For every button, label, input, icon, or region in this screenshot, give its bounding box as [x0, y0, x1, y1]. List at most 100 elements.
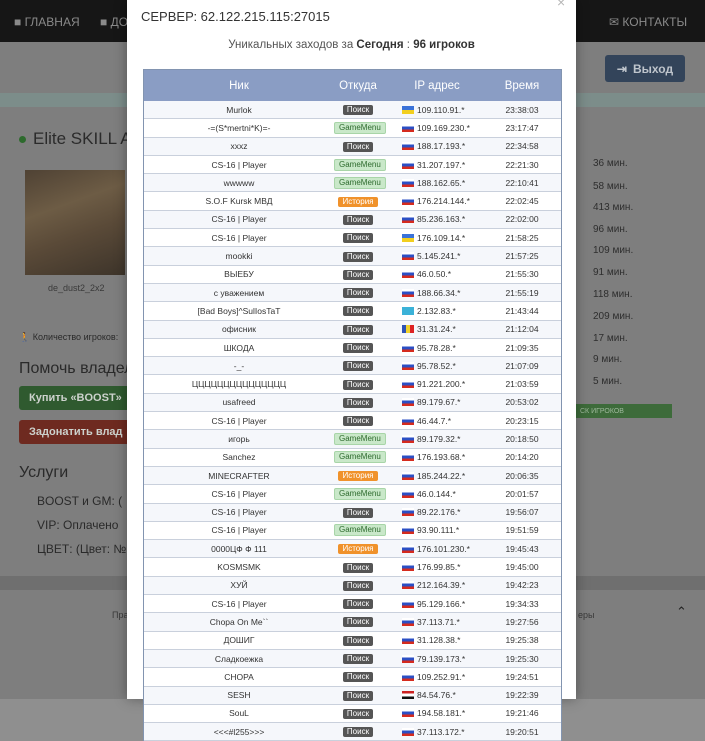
country-flag-icon: [402, 306, 414, 315]
nav-contacts[interactable]: ✉ КОНТАКТЫ: [609, 15, 687, 29]
source-badge: Поиск: [342, 251, 374, 262]
player-nick: mookki: [225, 251, 253, 262]
source-cell: Поиск: [334, 580, 382, 591]
ip-address: 95.78.52.*: [417, 360, 456, 371]
ip-cell: 109.110.91.*: [382, 105, 492, 115]
duration: 118 мин.: [593, 289, 633, 300]
logout-button[interactable]: ⇥ Выход: [605, 55, 685, 82]
player-nick: ДОШИГ: [223, 635, 255, 646]
country-flag-icon: [402, 416, 414, 425]
visit-time: 19:24:51: [505, 671, 539, 682]
player-nick: S.O.F Kursk МВД: [205, 196, 273, 207]
ip-cell: 93.90.111.*: [382, 525, 492, 535]
service-boost: BOOST и GM: (: [37, 494, 123, 508]
table-row: Сладкоежка Поиск 79.139.173.* 19:25:30: [144, 649, 561, 669]
table-row: офисник Поиск 31.31.24.* 21:12:04: [144, 320, 561, 339]
visit-time: 21:07:09: [505, 360, 539, 371]
source-badge: История: [338, 544, 378, 555]
country-flag-icon: [402, 489, 414, 498]
ip-cell: 89.179.32.*: [382, 434, 492, 444]
source-badge: Поиск: [342, 507, 374, 518]
source-badge: Поиск: [342, 708, 374, 719]
ip-cell: 46.44.7.*: [382, 416, 492, 426]
player-nick: Sanchez: [222, 452, 256, 463]
country-flag-icon: [402, 727, 414, 736]
country-flag-icon: [402, 563, 414, 572]
source-cell: Поиск: [334, 379, 382, 390]
nav-second[interactable]: ■ ДО: [100, 15, 128, 29]
source-badge: Поиск: [342, 306, 374, 317]
ip-address: 212.164.39.*: [417, 580, 466, 591]
table-row: -_- Поиск 95.78.52.* 21:07:09: [144, 357, 561, 376]
ip-cell: 109.169.230.*: [382, 123, 492, 133]
ip-address: 93.90.111.*: [417, 525, 460, 536]
ip-cell: 185.244.22.*: [382, 471, 492, 481]
ip-cell: 188.162.65.*: [382, 178, 492, 188]
country-flag-icon: [402, 544, 414, 553]
visit-time: 19:34:33: [505, 598, 539, 609]
footer-link-right[interactable]: еры: [578, 610, 594, 620]
source-cell: Поиск: [334, 251, 382, 262]
source-badge: Поиск: [342, 727, 374, 738]
ip-address: 46.44.7.*: [417, 415, 452, 426]
source-cell: Поиск: [334, 269, 382, 280]
table-row: usafreed Поиск 89.179.67.* 20:53:02: [144, 393, 561, 413]
ip-address: 109.252.91.*: [417, 671, 466, 682]
source-cell: GameMenu: [334, 121, 386, 134]
table-row: CS-16 | Player Поиск 85.236.163.* 22:02:00: [144, 210, 561, 230]
player-nick: ВЫЕБУ: [224, 269, 254, 280]
nav-contacts-label: КОНТАКТЫ: [622, 15, 688, 29]
ip-address: 95.129.166.*: [417, 598, 466, 609]
col-ip[interactable]: IP адрес: [382, 80, 492, 92]
source-cell: Поиск: [334, 214, 382, 225]
subtitle-sep: :: [403, 39, 414, 51]
player-nick: с уважением: [213, 287, 265, 298]
player-nick: MINECRAFTER: [208, 470, 270, 481]
ip-address: 89.179.32.*: [417, 433, 461, 444]
player-nick: SouL: [229, 708, 249, 719]
player-nick: CS-16 | Player: [211, 598, 267, 609]
source-badge: Поиск: [342, 690, 374, 701]
col-nick[interactable]: Ник: [144, 80, 334, 92]
source-cell: Поиск: [334, 635, 382, 646]
close-icon[interactable]: ×: [557, 0, 565, 10]
visit-time: 19:27:56: [505, 616, 539, 627]
ip-address: 31.31.24.*: [417, 324, 456, 335]
ip-address: 176.193.68.*: [417, 452, 466, 463]
source-badge: Поиск: [342, 324, 374, 335]
visit-time: 22:10:41: [505, 177, 539, 188]
nav-home[interactable]: ■ ГЛАВНАЯ: [14, 15, 80, 29]
player-list-button[interactable]: СК ИГРОКОВ: [576, 404, 672, 418]
visit-time: 21:58:25: [505, 232, 539, 243]
service-color: ЦВЕТ: (Цвет: №: [37, 542, 127, 556]
country-flag-icon: [402, 160, 414, 169]
country-flag-icon: [402, 398, 414, 407]
source-cell: История: [334, 470, 382, 482]
scroll-up-icon[interactable]: ⌃: [676, 604, 687, 620]
subtitle-day: Сегодня: [356, 39, 404, 51]
country-flag-icon: [402, 617, 414, 626]
table-row: ДОШИГ Поиск 31.128.38.* 19:25:38: [144, 631, 561, 650]
ip-address: 176.109.14.*: [417, 232, 466, 243]
player-nick: CS-16 | Player: [211, 525, 267, 536]
visit-time: 19:45:43: [505, 543, 539, 554]
source-cell: Поиск: [334, 671, 382, 683]
visit-time: 20:53:02: [505, 397, 539, 408]
visit-time: 21:03:59: [505, 379, 539, 390]
ip-address: 85.236.163.*: [417, 214, 466, 225]
player-nick: CS-16 | Player: [211, 232, 267, 243]
source-badge: История: [338, 196, 378, 207]
col-from[interactable]: Откуда: [334, 80, 382, 92]
visit-time: 19:20:51: [505, 726, 539, 737]
ip-address: 37.113.172.*: [417, 726, 465, 737]
source-badge: Поиск: [342, 343, 374, 353]
visit-time: 19:25:38: [505, 635, 539, 646]
ip-cell: 176.109.14.*: [382, 233, 492, 243]
col-time[interactable]: Время: [492, 80, 552, 92]
country-flag-icon: [402, 599, 414, 608]
visitors-table: Ник Откуда IP адрес Время Murlok Поиск 109…: [143, 69, 562, 741]
source-badge: GameMenu: [334, 432, 386, 445]
footer-link-left[interactable]: Пра: [112, 610, 128, 620]
player-nick: ХУЙ: [230, 580, 248, 591]
source-cell: Поиск: [334, 324, 382, 335]
